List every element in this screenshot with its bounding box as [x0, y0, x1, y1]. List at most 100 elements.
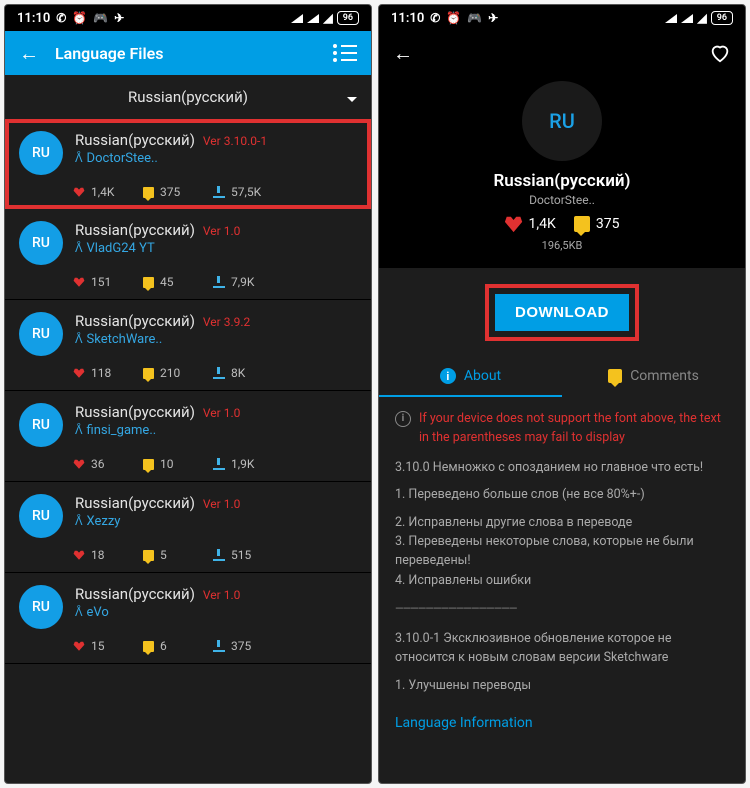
- tab-comments[interactable]: Comments: [562, 357, 745, 397]
- changelog-line: 1. Переведено больше слов (не все 80%+-): [395, 485, 729, 504]
- download-icon: [213, 549, 225, 561]
- comments-stat: 6: [143, 639, 185, 653]
- heart-icon: [73, 458, 85, 470]
- item-name: Russian(русский): [75, 585, 195, 603]
- avatar: RU: [522, 81, 602, 161]
- status-time: 11:10: [391, 11, 424, 26]
- comments-stat: 5: [143, 548, 185, 562]
- item-version: Ver 1.0: [203, 588, 240, 602]
- phone-icon: ✆: [56, 12, 66, 24]
- telegram-icon: ✈: [488, 12, 498, 24]
- item-version: Ver 3.10.0-1: [203, 134, 267, 148]
- detail-title: Russian(русский): [379, 171, 745, 191]
- controller-icon: 🎮: [93, 12, 108, 24]
- alarm-icon: ⏰: [72, 12, 87, 24]
- item-name: Russian(русский): [75, 131, 195, 149]
- alarm-icon: ⏰: [446, 12, 461, 24]
- battery-indicator: 96: [337, 11, 359, 25]
- comments-stat: 10: [143, 457, 185, 471]
- item-version: Ver 3.9.2: [203, 315, 250, 329]
- likes-stat: 118: [73, 366, 115, 380]
- comment-icon: [143, 187, 154, 198]
- downloads-stat: 7,9K: [213, 275, 255, 289]
- heart-icon: [73, 367, 85, 379]
- language-files-list: RU Russian(русский) Ver 3.10.0-1 ᐰ Docto…: [5, 119, 371, 783]
- download-icon: [213, 186, 225, 198]
- app-header: ← Language Files: [5, 31, 371, 75]
- font-warning: If your device does not support the font…: [419, 409, 729, 448]
- detail-header: ←: [379, 31, 745, 75]
- comment-icon: [574, 216, 590, 232]
- file-size: 196,5KB: [379, 239, 745, 252]
- info-icon: i: [440, 368, 456, 384]
- download-highlight: DOWNLOAD: [485, 284, 639, 341]
- language-file-item[interactable]: RU Russian(русский) Ver 1.0 ᐰ eVo 15 6 3…: [5, 573, 371, 664]
- changelog-line: 3. Переведены некоторые слова, которые н…: [395, 532, 729, 571]
- language-information-link[interactable]: Language Information: [379, 715, 745, 737]
- language-selector-label: Russian(русский): [128, 88, 248, 106]
- item-author: ᐰ VladG24 YT: [75, 241, 357, 256]
- changelog-line: 4. Исправлены ошибки: [395, 571, 729, 590]
- language-file-item[interactable]: RU Russian(русский) Ver 1.0 ᐰ Xezzy 18 5…: [5, 482, 371, 573]
- avatar: RU: [19, 312, 63, 356]
- back-button[interactable]: ←: [19, 43, 39, 63]
- avatar: RU: [19, 131, 63, 175]
- download-button[interactable]: DOWNLOAD: [495, 294, 629, 331]
- screen-language-detail: 11:10 ✆ ⏰ 🎮 ✈ ◢ 96 ← RU Russian(русский)…: [378, 4, 746, 784]
- signal-icon: [665, 14, 677, 23]
- wifi-icon: ◢: [323, 12, 332, 24]
- person-icon: ᐰ: [75, 152, 83, 165]
- heart-icon: [505, 215, 523, 233]
- status-bar: 11:10 ✆ ⏰ 🎮 ✈ ◢ 96: [379, 5, 745, 31]
- comment-icon: [143, 550, 154, 561]
- item-author: ᐰ finsi_game..: [75, 423, 357, 438]
- comments-stat: 375: [143, 185, 185, 199]
- download-icon: [213, 367, 225, 379]
- comment-icon: [143, 277, 154, 288]
- tab-bar: i About Comments: [379, 357, 745, 397]
- chevron-down-icon: [347, 88, 357, 106]
- avatar: RU: [19, 494, 63, 538]
- detail-summary: RU Russian(русский) DoctorStee.. 1,4K 37…: [379, 75, 745, 268]
- language-file-item[interactable]: RU Russian(русский) Ver 3.9.2 ᐰ SketchWa…: [5, 300, 371, 391]
- item-version: Ver 1.0: [203, 224, 240, 238]
- person-icon: ᐰ: [75, 242, 83, 255]
- comment-icon: [143, 641, 154, 652]
- person-icon: ᐰ: [75, 333, 83, 346]
- tab-about[interactable]: i About: [379, 357, 562, 397]
- comments-stat: 375: [574, 215, 620, 233]
- changelog-line: 3.10.0 Немножко с опозданием но главное …: [395, 458, 729, 477]
- comment-icon: [143, 459, 154, 470]
- tab-about-label: About: [464, 368, 501, 384]
- comments-stat: 45: [143, 275, 185, 289]
- heart-icon: [73, 186, 85, 198]
- heart-icon: [73, 549, 85, 561]
- signal-icon: [291, 14, 303, 23]
- changelog-line: 2. Исправлены другие слова в переводе: [395, 513, 729, 532]
- signal-icon-2: [681, 14, 693, 23]
- language-file-item[interactable]: RU Russian(русский) Ver 1.0 ᐰ VladG24 YT…: [5, 209, 371, 300]
- language-file-item[interactable]: RU Russian(русский) Ver 3.10.0-1 ᐰ Docto…: [5, 119, 371, 209]
- view-list-button[interactable]: [333, 44, 357, 62]
- language-selector[interactable]: Russian(русский): [5, 75, 371, 119]
- downloads-stat: 375: [213, 639, 255, 653]
- status-time: 11:10: [17, 11, 50, 26]
- avatar: RU: [19, 585, 63, 629]
- signal-icon-2: [307, 14, 319, 23]
- likes-stat: 1,4K: [505, 215, 556, 233]
- favorite-button[interactable]: [709, 42, 731, 64]
- status-bar: 11:10 ✆ ⏰ 🎮 ✈ ◢ 96: [5, 5, 371, 31]
- telegram-icon: ✈: [114, 12, 124, 24]
- back-button[interactable]: ←: [393, 41, 413, 66]
- person-icon: ᐰ: [75, 424, 83, 437]
- download-section: DOWNLOAD: [379, 268, 745, 357]
- item-name: Russian(русский): [75, 221, 195, 239]
- heart-icon: [73, 276, 85, 288]
- download-icon: [213, 640, 225, 652]
- battery-indicator: 96: [711, 11, 733, 25]
- changelog-line: 3.10.0-1 Эксклюзивное обновление которое…: [395, 629, 729, 668]
- downloads-stat: 1,9K: [213, 457, 255, 471]
- language-file-item[interactable]: RU Russian(русский) Ver 1.0 ᐰ finsi_game…: [5, 391, 371, 482]
- download-icon: [213, 276, 225, 288]
- likes-stat: 1,4K: [73, 185, 115, 199]
